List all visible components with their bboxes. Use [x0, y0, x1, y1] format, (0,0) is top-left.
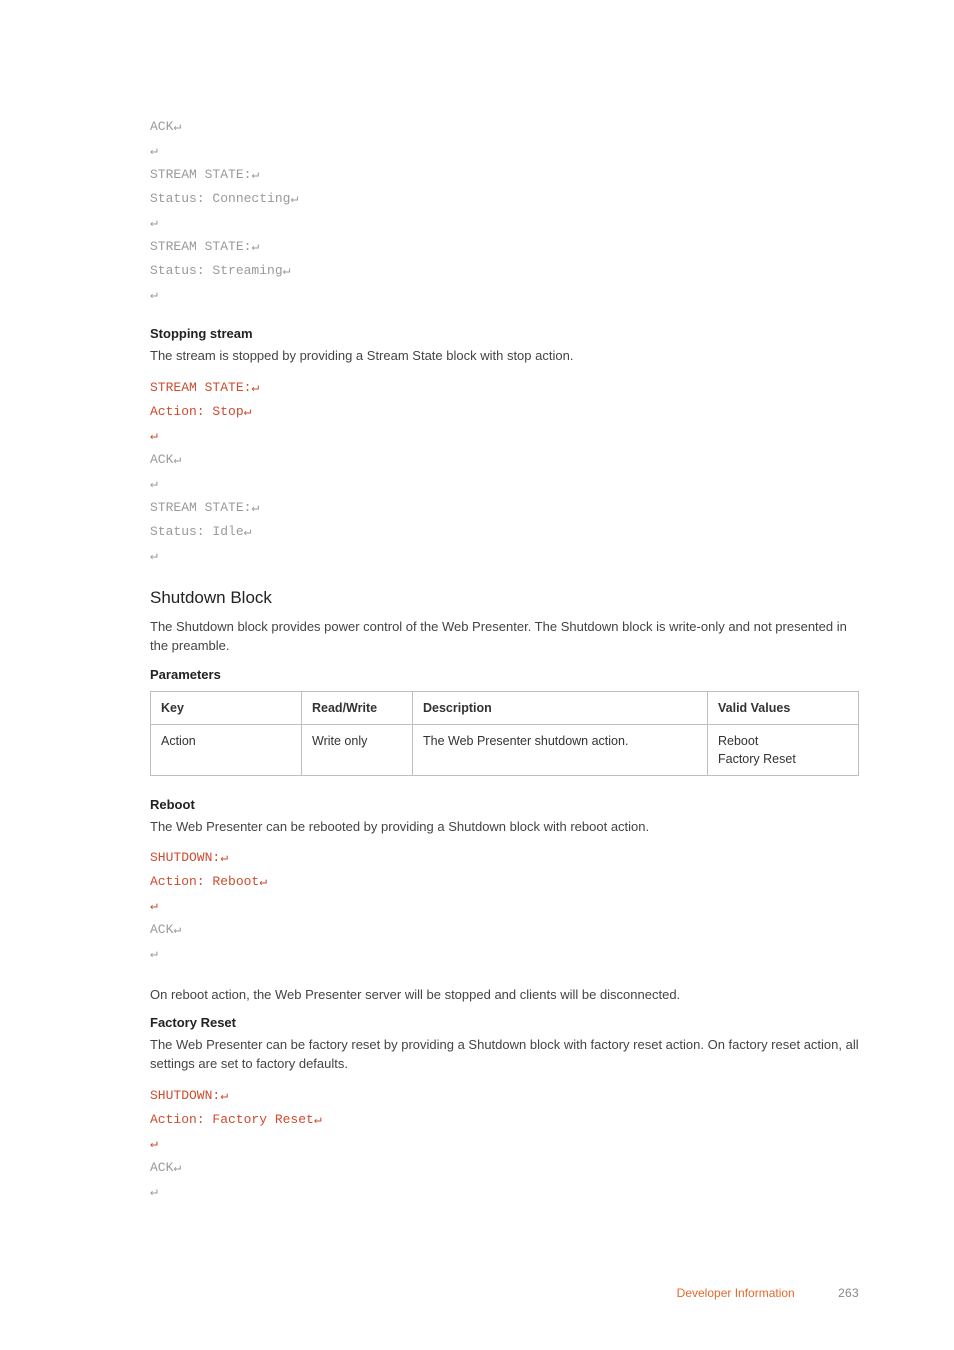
return-icon: ↵ — [173, 1160, 181, 1175]
td-valid: Reboot Factory Reset — [708, 724, 859, 775]
code-block-reboot: SHUTDOWN:↵ Action: Reboot↵ ↵ ACK↵ ↵ — [150, 846, 859, 966]
th-key: Key — [151, 691, 302, 724]
return-icon: ↵ — [251, 239, 259, 254]
return-icon: ↵ — [150, 428, 158, 443]
footer-page-number: 263 — [838, 1286, 859, 1300]
return-icon: ↵ — [173, 922, 181, 937]
th-rw: Read/Write — [302, 691, 413, 724]
return-icon: ↵ — [259, 874, 267, 889]
return-icon: ↵ — [150, 1136, 158, 1151]
code-block-stop-stream: STREAM STATE:↵ Action: Stop↵ ↵ ACK↵ ↵ ST… — [150, 376, 859, 568]
heading-reboot: Reboot — [150, 796, 859, 815]
table-row: Action Write only The Web Presenter shut… — [151, 724, 859, 775]
code-block-factory-reset: SHUTDOWN:↵ Action: Factory Reset↵ ↵ ACK↵… — [150, 1084, 859, 1204]
td-rw: Write only — [302, 724, 413, 775]
return-icon: ↵ — [150, 143, 158, 158]
return-icon: ↵ — [251, 380, 259, 395]
return-icon: ↵ — [251, 500, 259, 515]
return-icon: ↵ — [150, 287, 158, 302]
return-icon: ↵ — [150, 898, 158, 913]
return-icon: ↵ — [173, 452, 181, 467]
return-icon: ↵ — [251, 167, 259, 182]
th-valid: Valid Values — [708, 691, 859, 724]
heading-factory-reset: Factory Reset — [150, 1014, 859, 1033]
return-icon: ↵ — [150, 215, 158, 230]
return-icon: ↵ — [283, 263, 291, 278]
table-parameters: Key Read/Write Description Valid Values … — [150, 691, 859, 776]
valid-value: Factory Reset — [718, 752, 796, 766]
return-icon: ↵ — [150, 476, 158, 491]
heading-parameters: Parameters — [150, 666, 859, 685]
return-icon: ↵ — [220, 850, 228, 865]
footer-section: Developer Information — [677, 1286, 795, 1300]
para-shutdown-block: The Shutdown block provides power contro… — [150, 617, 859, 656]
td-key: Action — [151, 724, 302, 775]
return-icon: ↵ — [244, 404, 252, 419]
td-desc: The Web Presenter shutdown action. — [413, 724, 708, 775]
return-icon: ↵ — [150, 1184, 158, 1199]
para-reboot-after: On reboot action, the Web Presenter serv… — [150, 985, 859, 1005]
page: ACK↵ ↵ STREAM STATE:↵ Status: Connecting… — [0, 0, 954, 1350]
return-icon: ↵ — [220, 1088, 228, 1103]
heading-stopping-stream: Stopping stream — [150, 325, 859, 344]
return-icon: ↵ — [150, 946, 158, 961]
valid-value: Reboot — [718, 734, 758, 748]
page-footer: Developer Information 263 — [677, 1285, 859, 1302]
return-icon: ↵ — [314, 1112, 322, 1127]
para-stopping-stream: The stream is stopped by providing a Str… — [150, 346, 859, 366]
heading-shutdown-block: Shutdown Block — [150, 586, 859, 611]
return-icon: ↵ — [244, 524, 252, 539]
para-reboot: The Web Presenter can be rebooted by pro… — [150, 817, 859, 837]
return-icon: ↵ — [150, 548, 158, 563]
code-block-stream-status: ACK↵ ↵ STREAM STATE:↵ Status: Connecting… — [150, 115, 859, 307]
para-factory-reset: The Web Presenter can be factory reset b… — [150, 1035, 859, 1074]
return-icon: ↵ — [173, 119, 181, 134]
table-header-row: Key Read/Write Description Valid Values — [151, 691, 859, 724]
th-desc: Description — [413, 691, 708, 724]
return-icon: ↵ — [290, 191, 298, 206]
